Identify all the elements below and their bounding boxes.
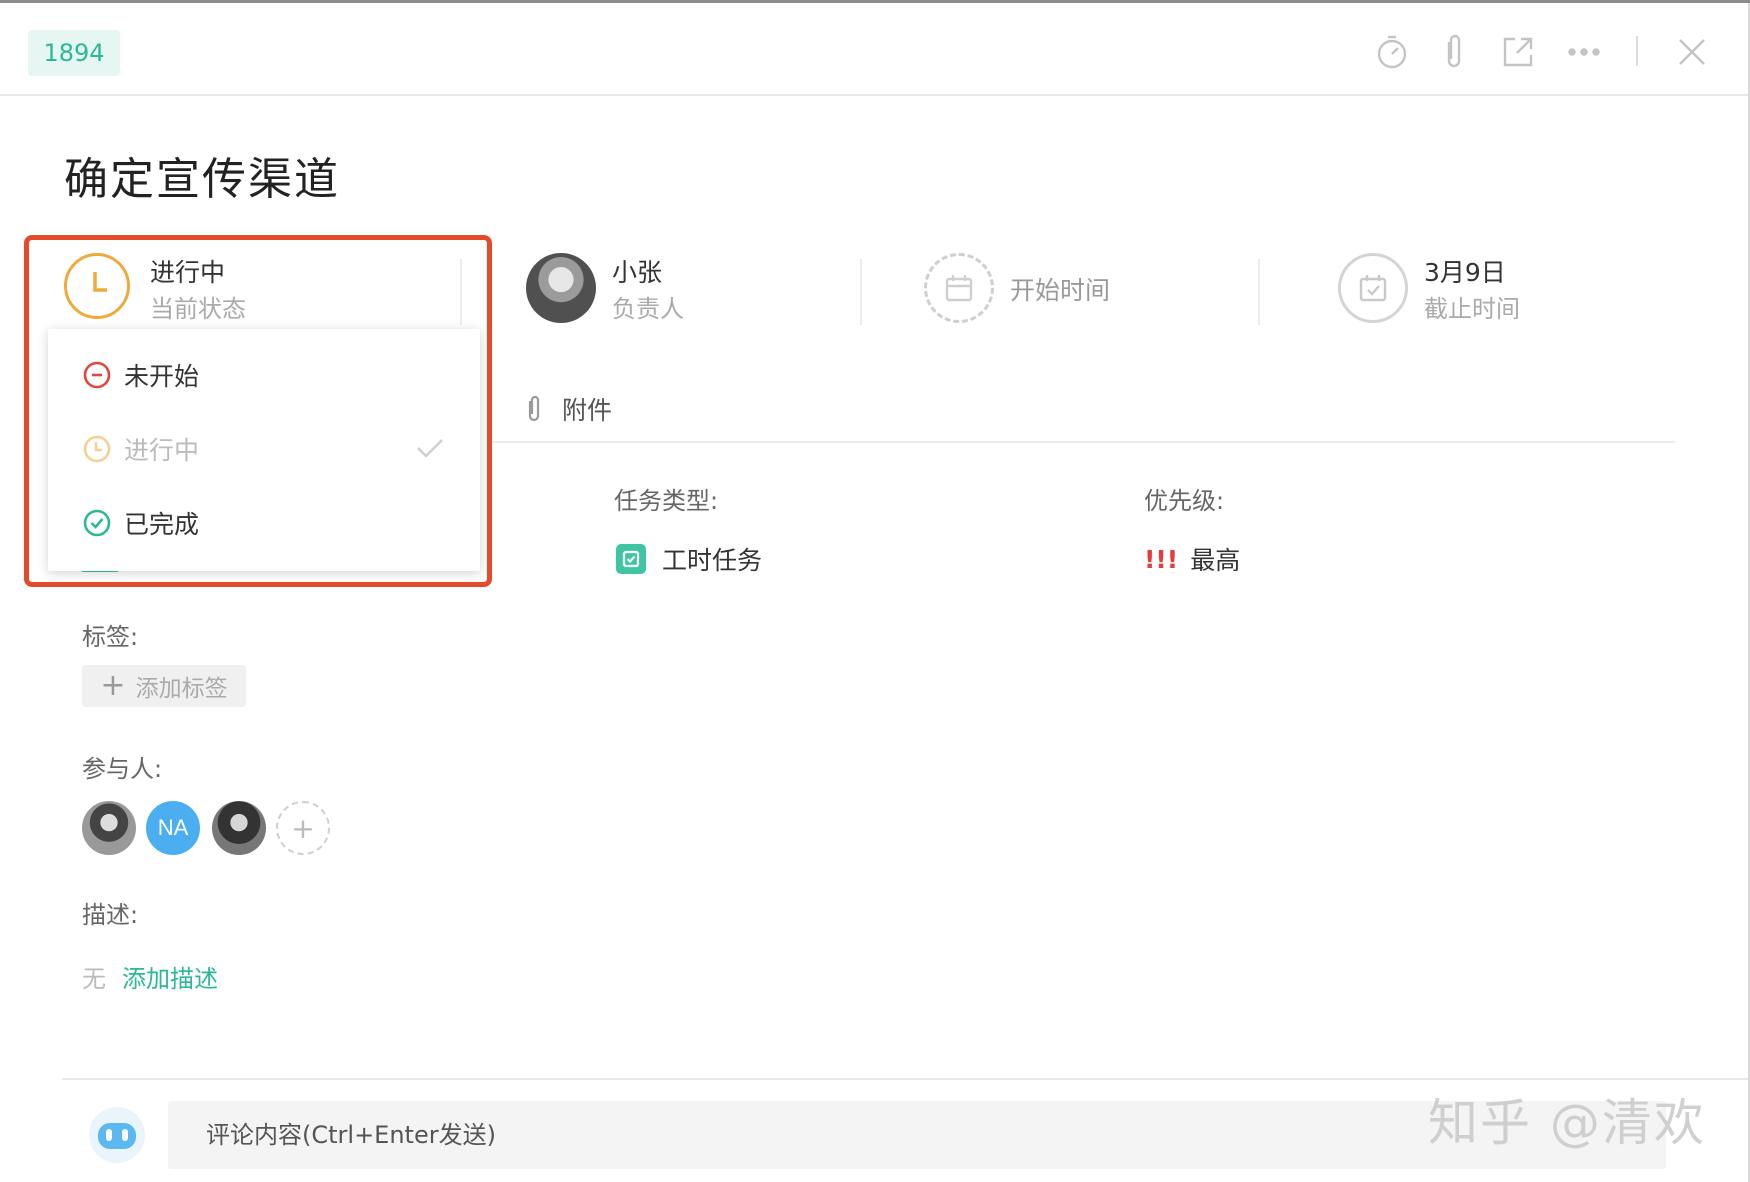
participant-avatar[interactable]: NA bbox=[146, 801, 200, 855]
due-time-label: 截止时间 bbox=[1424, 295, 1520, 323]
calendar-icon bbox=[924, 253, 994, 323]
task-type-icon bbox=[616, 544, 646, 574]
open-external-icon[interactable] bbox=[1496, 30, 1540, 74]
priority-label: 优先级: bbox=[1144, 487, 1225, 515]
description-label: 描述: bbox=[82, 901, 139, 929]
assignee-label: 负责人 bbox=[612, 295, 684, 323]
task-detail-panel: 1894 确定宣传渠道 进行中 当前状态 小张 负责人 开始时间 3月9日 截止… bbox=[0, 0, 1750, 1182]
task-type-value: 工时任务 bbox=[662, 546, 763, 575]
due-time-value: 3月9日 bbox=[1424, 258, 1506, 287]
add-participant-button[interactable]: + bbox=[276, 801, 330, 855]
priority-selector[interactable]: !!! 最高 bbox=[1144, 541, 1240, 577]
highlight-box bbox=[24, 235, 492, 587]
participant-avatar[interactable] bbox=[212, 801, 266, 855]
top-bar: 1894 bbox=[0, 6, 1748, 96]
close-icon[interactable] bbox=[1670, 30, 1714, 74]
description-empty: 无 bbox=[82, 965, 106, 993]
plus-icon: + bbox=[291, 811, 315, 845]
tags-label: 标签: bbox=[82, 623, 139, 651]
tab-attachments-label: 附件 bbox=[562, 396, 613, 425]
assignee-value: 小张 bbox=[612, 258, 663, 287]
attachment-icon[interactable] bbox=[1432, 30, 1476, 74]
toolbar-divider bbox=[1636, 36, 1638, 66]
add-tag-label: 添加标签 bbox=[135, 676, 228, 702]
tabs-divider bbox=[490, 441, 1675, 443]
task-title[interactable]: 确定宣传渠道 bbox=[64, 143, 340, 207]
start-time-selector[interactable]: 开始时间 bbox=[924, 253, 1224, 323]
watermark: 知乎 @清欢 bbox=[1428, 1094, 1706, 1152]
assignee-selector[interactable]: 小张 负责人 bbox=[526, 253, 826, 323]
due-time-selector[interactable]: 3月9日 截止时间 bbox=[1338, 253, 1658, 323]
meta-divider bbox=[1258, 259, 1260, 325]
start-time-label: 开始时间 bbox=[1010, 276, 1111, 305]
participants-label: 参与人: bbox=[82, 755, 163, 783]
calendar-check-icon bbox=[1338, 253, 1408, 323]
robot-avatar-icon bbox=[86, 1101, 148, 1167]
tab-attachments[interactable]: 附件 bbox=[524, 391, 612, 427]
participant-avatar[interactable] bbox=[82, 801, 136, 855]
task-type-label: 任务类型: bbox=[614, 487, 719, 515]
plus-icon: + bbox=[100, 668, 126, 703]
attachment-icon bbox=[528, 395, 540, 422]
add-tag-button[interactable]: + 添加标签 bbox=[82, 665, 246, 707]
meta-divider bbox=[860, 259, 862, 325]
task-type-selector[interactable]: 工时任务 bbox=[616, 541, 762, 577]
task-id-badge: 1894 bbox=[28, 30, 120, 76]
assignee-avatar bbox=[526, 253, 596, 323]
add-description-link[interactable]: 添加描述 bbox=[122, 959, 218, 994]
footer-divider bbox=[62, 1078, 1748, 1080]
more-icon[interactable] bbox=[1562, 30, 1606, 74]
priority-icon: !!! bbox=[1144, 544, 1179, 574]
timer-icon[interactable] bbox=[1370, 30, 1414, 74]
priority-value: 最高 bbox=[1190, 546, 1241, 575]
